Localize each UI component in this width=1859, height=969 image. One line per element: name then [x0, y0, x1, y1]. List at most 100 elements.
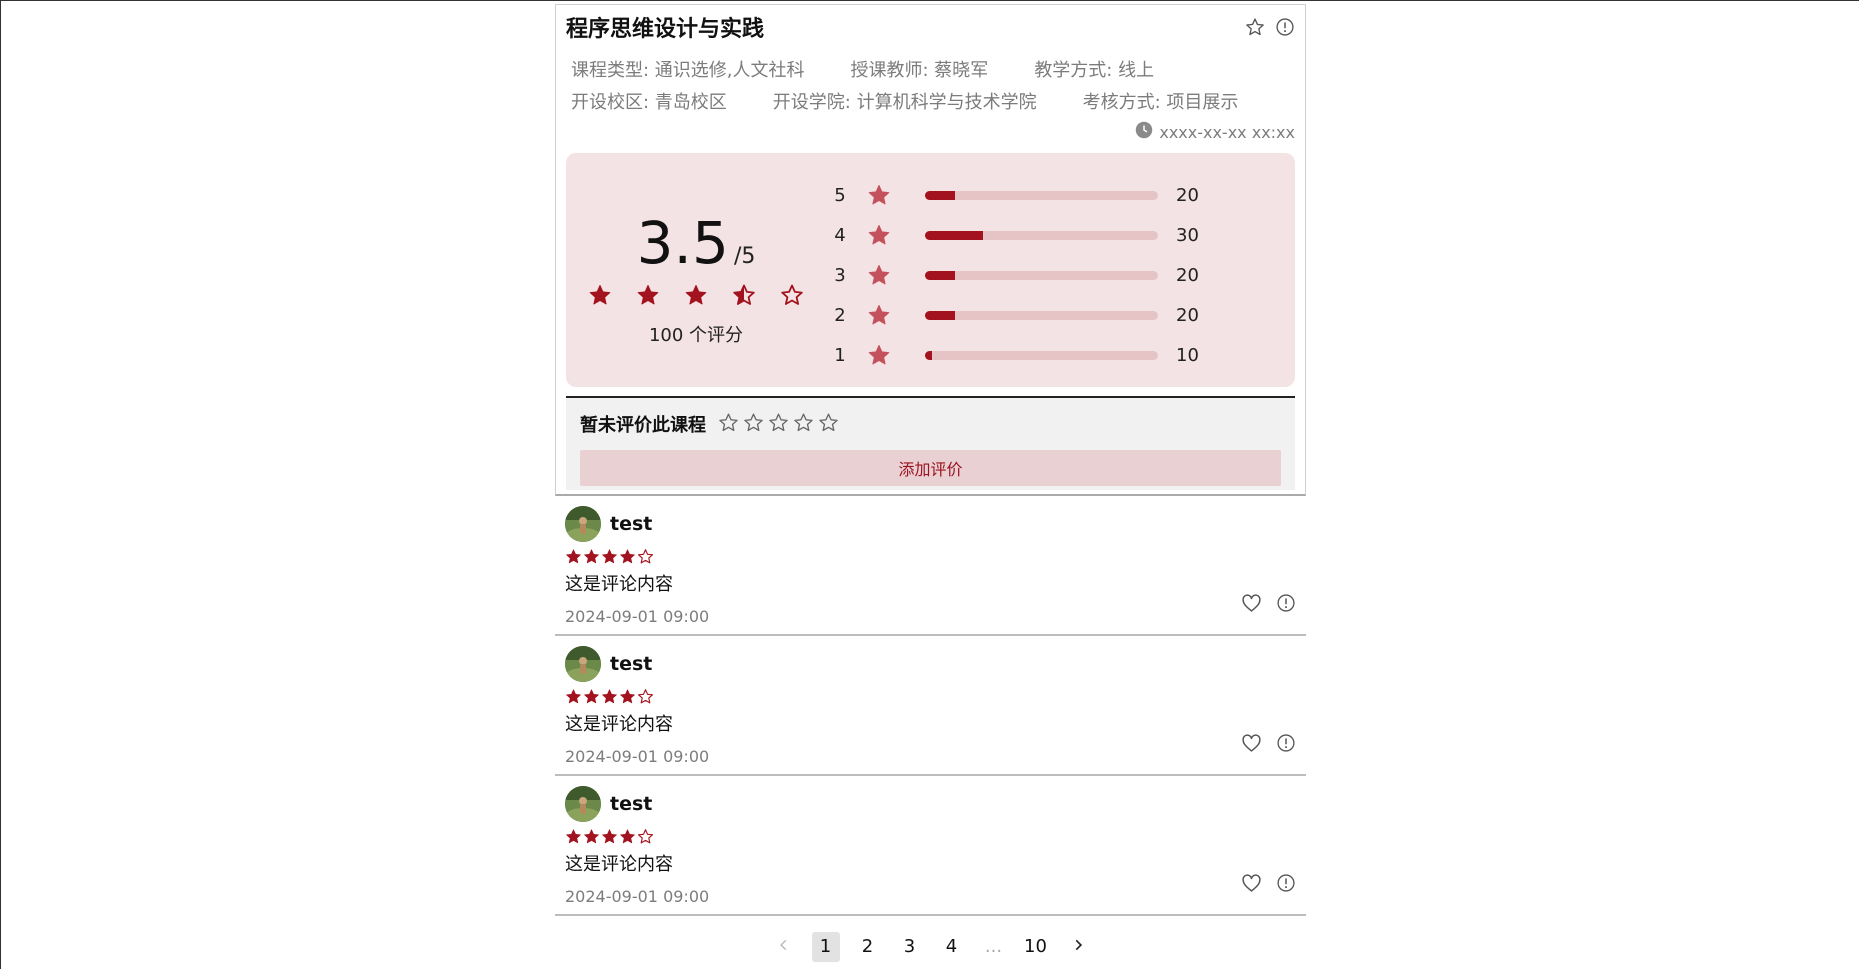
course-title: 程序思维设计与实践 [566, 17, 765, 42]
my-rating-star-icon[interactable] [818, 412, 839, 437]
comment-star-full-icon [601, 688, 618, 709]
page-2[interactable]: 2 [854, 932, 882, 962]
my-review-row: 暂未评价此课程 [580, 398, 1281, 450]
comment-text: 这是评论内容 [565, 574, 673, 595]
avatar[interactable] [565, 646, 601, 682]
distribution-bar [925, 190, 1158, 200]
comment-item: test 这是评论内容 2024-09-01 09:00 [555, 776, 1306, 916]
average-star-half-icon [732, 283, 756, 311]
distribution-row: 4 30 [831, 215, 1199, 255]
comment-star-full-icon [601, 548, 618, 569]
page-1[interactable]: 1 [811, 932, 840, 962]
comment-actions [1241, 733, 1296, 758]
distribution-bar [925, 230, 1158, 240]
rating-distribution: 5 20 4 30 3 20 2 20 1 10 [831, 175, 1199, 375]
distribution-stars-label: 3 [834, 264, 846, 286]
distribution-bar-fill [925, 270, 956, 280]
report-alert-icon[interactable] [1276, 593, 1296, 618]
comment-rating-stars [565, 687, 1296, 709]
average-star-full-icon [588, 283, 612, 311]
distribution-star-icon [867, 303, 893, 327]
my-rating-star-icon[interactable] [768, 412, 789, 437]
rating-count: 100 个评分 [648, 325, 744, 346]
report-alert-icon[interactable] [1275, 17, 1295, 41]
course-page: 程序思维设计与实践 课程类型: 通识选修,人文社科 授课教师: 蔡晓军 教学方式… [555, 4, 1306, 962]
meta-assessment: 考核方式: 项目展示 [1082, 92, 1239, 113]
my-review-label: 暂未评价此课程 [580, 415, 706, 436]
distribution-bar [925, 350, 1158, 360]
distribution-row: 1 10 [831, 335, 1199, 375]
meta-campus: 开设校区: 青岛校区 [571, 92, 727, 113]
comment-star-empty-icon [637, 548, 654, 569]
my-rating-star-icon[interactable] [718, 412, 739, 437]
score-max: /5 [733, 244, 756, 269]
comment-time: 2024-09-01 09:00 [565, 887, 710, 906]
comment-star-full-icon [601, 828, 618, 849]
distribution-row: 2 20 [831, 295, 1199, 335]
my-rating-star-icon[interactable] [743, 412, 764, 437]
distribution-star-icon [867, 343, 893, 367]
avatar[interactable] [565, 786, 601, 822]
course-card: 程序思维设计与实践 课程类型: 通识选修,人文社科 授课教师: 蔡晓军 教学方式… [555, 4, 1306, 496]
distribution-bar [925, 270, 1158, 280]
average-star-empty-icon [780, 283, 804, 311]
my-rating-stars[interactable] [718, 412, 839, 437]
average-stars [586, 283, 806, 311]
comment-item: test 这是评论内容 2024-09-01 09:00 [555, 636, 1306, 776]
comment-author[interactable]: test [610, 653, 652, 675]
distribution-count: 20 [1176, 264, 1199, 286]
report-alert-icon[interactable] [1276, 873, 1296, 898]
updated-time-text: xxxx-xx-xx xx:xx [1159, 122, 1295, 142]
score-block: 3.5 /5 100 个评分 [586, 209, 806, 347]
comment-rating-stars [565, 827, 1296, 849]
meta-teacher: 授课教师: 蔡晓军 [850, 60, 989, 81]
report-alert-icon[interactable] [1276, 733, 1296, 758]
comment-star-full-icon [583, 828, 600, 849]
page-3[interactable]: 3 [896, 932, 924, 962]
comment-star-empty-icon [637, 828, 654, 849]
distribution-bar-fill [925, 310, 956, 320]
my-rating-star-icon[interactable] [793, 412, 814, 437]
add-review-button[interactable]: 添加评价 [580, 450, 1281, 486]
course-actions [1245, 17, 1295, 41]
average-score: 3.5 [636, 209, 729, 277]
average-star-full-icon [684, 283, 708, 311]
like-heart-icon[interactable] [1241, 733, 1262, 758]
comment-star-full-icon [619, 688, 636, 709]
comment-author[interactable]: test [610, 793, 652, 815]
comment-author[interactable]: test [610, 513, 652, 535]
distribution-stars-label: 5 [834, 184, 846, 206]
clock-icon [1135, 121, 1153, 143]
distribution-count: 10 [1176, 344, 1199, 366]
comment-item: test 这是评论内容 2024-09-01 09:00 [555, 496, 1306, 636]
favorite-star-icon[interactable] [1245, 17, 1265, 41]
average-star-full-icon [636, 283, 660, 311]
prev-page-chevron-left-icon[interactable] [770, 932, 798, 962]
distribution-stars-label: 2 [834, 304, 846, 326]
like-heart-icon[interactable] [1241, 593, 1262, 618]
distribution-count: 30 [1176, 224, 1199, 246]
meta-college: 开设学院: 计算机科学与技术学院 [772, 92, 1037, 113]
page-4[interactable]: 4 [938, 932, 966, 962]
comment-header: test [565, 506, 1296, 542]
comment-star-full-icon [619, 548, 636, 569]
next-page-chevron-right-icon[interactable] [1064, 932, 1092, 962]
comment-star-full-icon [583, 688, 600, 709]
comment-rating-stars [565, 547, 1296, 569]
meta-teaching-mode: 教学方式: 线上 [1034, 60, 1155, 81]
meta-course-type: 课程类型: 通识选修,人文社科 [571, 60, 805, 81]
like-heart-icon[interactable] [1241, 873, 1262, 898]
comment-list: test 这是评论内容 2024-09-01 09:00 test 这是评论内容 2024… [555, 496, 1306, 916]
comment-text: 这是评论内容 [565, 854, 673, 875]
distribution-stars-label: 1 [834, 344, 846, 366]
updated-time: xxxx-xx-xx xx:xx [566, 117, 1295, 147]
avatar[interactable] [565, 506, 601, 542]
comment-time: 2024-09-01 09:00 [565, 747, 710, 766]
page-10[interactable]: 10 [1022, 932, 1050, 962]
comment-star-full-icon [583, 548, 600, 569]
distribution-star-icon [867, 223, 893, 247]
distribution-bar-fill [925, 230, 984, 240]
meta-row-1: 课程类型: 通识选修,人文社科 授课教师: 蔡晓军 教学方式: 线上 [571, 53, 1295, 85]
distribution-stars-label: 4 [834, 224, 846, 246]
comment-time: 2024-09-01 09:00 [565, 607, 710, 626]
